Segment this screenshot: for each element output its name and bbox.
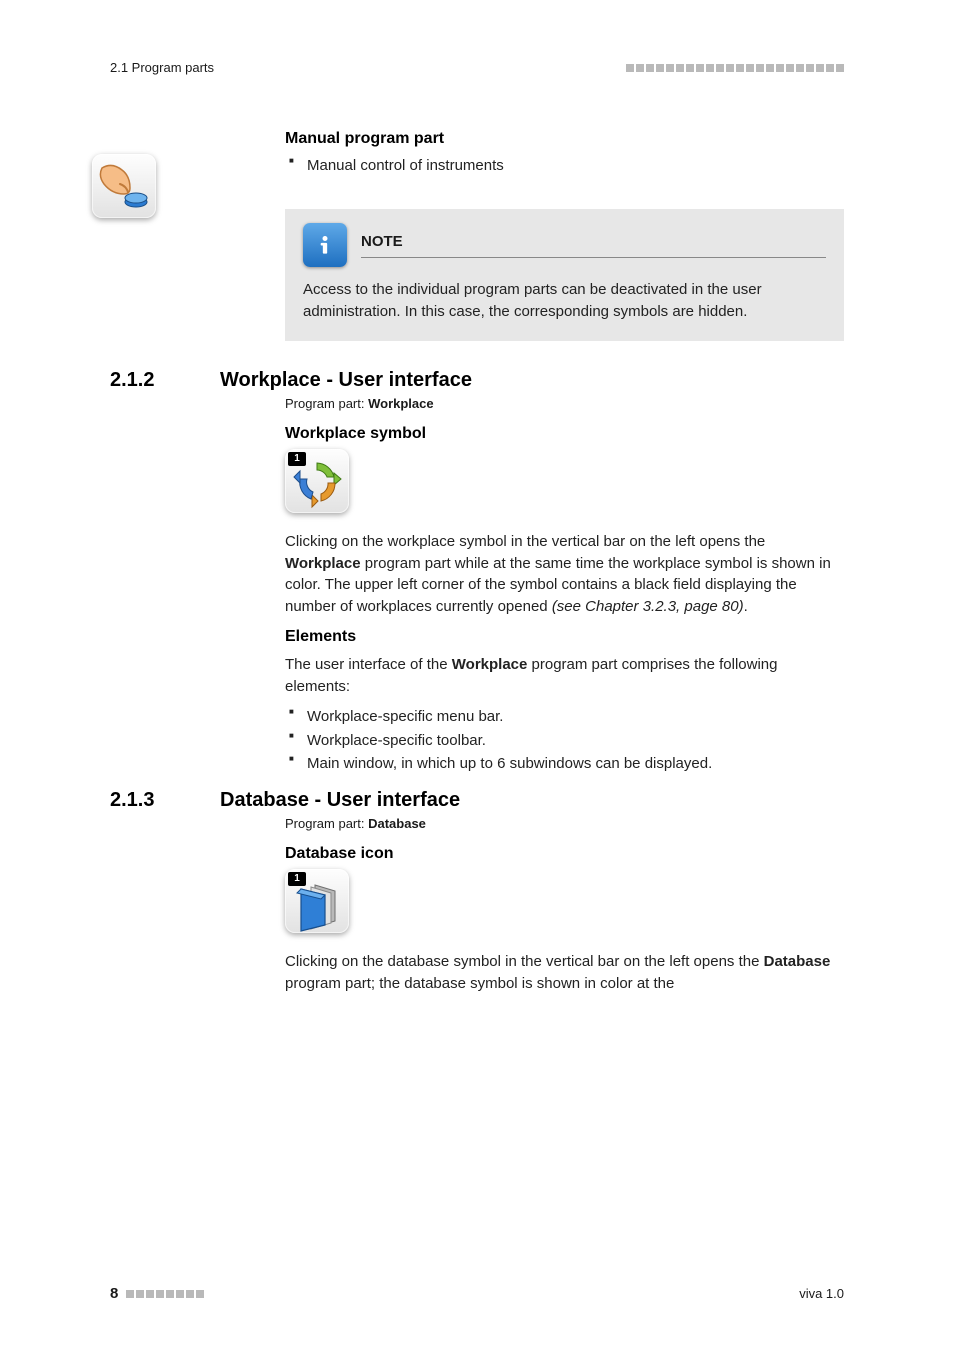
section-number: 2.1.2 xyxy=(110,369,190,392)
program-part-prefix: Program part: xyxy=(285,816,368,831)
program-part-label: Program part: Workplace xyxy=(285,396,844,411)
section-title: Workplace - User interface xyxy=(220,369,472,392)
page: 2.1 Program parts Manual program part Ma… xyxy=(0,0,954,1350)
note-box: NOTE Access to the individual program pa… xyxy=(285,209,844,341)
note-label: NOTE xyxy=(361,233,403,250)
text-span: program part; the database symbol is sho… xyxy=(285,975,674,992)
text-bold: Workplace xyxy=(452,656,528,673)
text-span: The user interface of the xyxy=(285,656,452,673)
list-item: Workplace-specific toolbar. xyxy=(285,729,844,752)
program-part-label: Program part: Database xyxy=(285,816,844,831)
workplace-paragraph: Clicking on the workplace symbol in the … xyxy=(285,531,844,618)
list-item: Workplace-specific menu bar. xyxy=(285,705,844,728)
text-span: Clicking on the workplace symbol in the … xyxy=(285,533,765,550)
list-item: Manual control of instruments xyxy=(285,154,844,177)
text-bold: Database xyxy=(764,953,831,970)
workplace-badge: 1 xyxy=(288,452,306,466)
section-heading-workplace: 2.1.2 Workplace - User interface xyxy=(110,369,844,392)
workplace-symbol-icon: 1 xyxy=(285,449,349,513)
elements-heading: Elements xyxy=(285,628,844,646)
manual-control-icon xyxy=(92,154,156,218)
manual-heading: Manual program part xyxy=(285,130,844,148)
note-text: Access to the individual program parts c… xyxy=(303,279,826,323)
footer-decor-squares xyxy=(126,1290,204,1298)
page-number: 8 xyxy=(110,1285,118,1302)
section-number: 2.1.3 xyxy=(110,789,190,812)
text-italic-ref: (see Chapter 3.2.3, page 80) xyxy=(552,598,744,615)
text-span: Clicking on the database symbol in the v… xyxy=(285,953,764,970)
elements-list: Workplace-specific menu bar. Workplace-s… xyxy=(285,705,844,775)
workplace-symbol-heading: Workplace symbol xyxy=(285,425,844,443)
program-part-name: Database xyxy=(368,816,426,831)
program-part-name: Workplace xyxy=(368,396,434,411)
page-footer: 8 viva 1.0 xyxy=(110,1285,844,1302)
elements-intro: The user interface of the Workplace prog… xyxy=(285,654,844,698)
footer-product: viva 1.0 xyxy=(799,1286,844,1301)
database-icon: 1 xyxy=(285,869,349,933)
database-paragraph: Clicking on the database symbol in the v… xyxy=(285,951,844,995)
page-header: 2.1 Program parts xyxy=(110,60,844,75)
database-badge: 1 xyxy=(288,872,306,886)
header-section-path: 2.1 Program parts xyxy=(110,60,214,75)
section-heading-database: 2.1.3 Database - User interface xyxy=(110,789,844,812)
info-icon xyxy=(303,223,347,267)
header-decor-squares xyxy=(626,64,844,72)
text-bold: Workplace xyxy=(285,555,361,572)
text-span: . xyxy=(744,598,748,615)
section-title: Database - User interface xyxy=(220,789,460,812)
list-item: Main window, in which up to 6 subwindows… xyxy=(285,752,844,775)
manual-bullet-list: Manual control of instruments xyxy=(285,154,844,177)
program-part-prefix: Program part: xyxy=(285,396,368,411)
database-icon-heading: Database icon xyxy=(285,845,844,863)
